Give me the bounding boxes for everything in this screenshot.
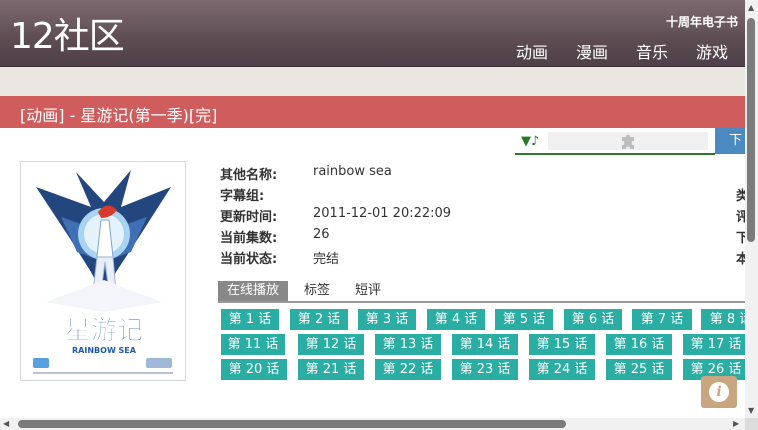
music-note-icon[interactable]: ▼♪ [521,134,539,149]
poster-logo-sub: RAINBOW SEA [72,346,137,355]
alias-label: 其他名称: [220,168,278,183]
episode-button[interactable]: 第 22 话 [375,359,441,380]
plugin-placeholder[interactable] [548,132,708,150]
episode-button[interactable]: 第 25 话 [606,359,672,380]
tab-short-reviews[interactable]: 短评 [346,281,390,301]
episode-button[interactable]: 第 15 话 [529,334,595,355]
episode-button[interactable]: 第 8 话 [701,309,745,330]
status-label: 当前状态: [220,252,278,267]
poster-image[interactable]: 星游记 RAINBOW SEA [20,161,186,381]
episode-button[interactable]: 第 24 话 [529,359,595,380]
side-info-this: 本 [736,252,745,267]
vertical-scroll-thumb[interactable] [747,18,755,242]
info-icon: i [709,382,729,402]
episode-button[interactable]: 第 16 话 [606,334,672,355]
fansub-label: 字幕组: [220,189,265,204]
alias-value: rainbow sea [313,164,392,179]
puzzle-icon [620,131,638,154]
updated-value: 2011-12-01 20:22:09 [313,206,452,221]
episode-button[interactable]: 第 13 话 [375,334,441,355]
nav-music[interactable]: 音乐 [636,39,668,63]
info-button[interactable]: i [701,376,737,408]
nav-manga[interactable]: 漫画 [576,39,608,63]
episode-button[interactable]: 第 17 话 [683,334,745,355]
scroll-up-arrow-icon[interactable]: ▲ [748,3,754,12]
status-value: 完结 [313,252,340,267]
episode-button[interactable]: 第 4 话 [427,309,485,330]
episode-button[interactable]: 第 2 话 [290,309,348,330]
episode-count-value: 26 [313,227,330,242]
episode-button[interactable]: 第 12 话 [298,334,364,355]
episode-button[interactable]: 第 5 话 [495,309,553,330]
scrollbar-corner [745,418,758,430]
poster-studio-logo [33,358,49,368]
horizontal-scrollbar[interactable]: ◀ ▶ [0,418,745,430]
side-info-rating: 评 [736,210,745,225]
tab-tags[interactable]: 标签 [295,281,339,301]
content-tabs: 在线播放 标签 短评 [218,281,745,303]
scroll-down-arrow-icon[interactable]: ▼ [748,406,754,415]
poster-art [36,170,171,312]
tab-online-play[interactable]: 在线播放 [218,281,289,301]
page-title: [动画] - 星游记(第一季)[完] [20,106,218,125]
header-band [0,67,745,96]
poster-sponsor-logo [146,358,172,368]
episode-button[interactable]: 第 23 话 [452,359,518,380]
poster-fine-print [33,372,173,374]
vertical-scrollbar[interactable]: ▲ ▼ [745,0,758,418]
side-info-download: 下 [736,231,745,246]
nav-games[interactable]: 游戏 [696,39,728,63]
episode-button[interactable]: 第 11 话 [221,334,285,355]
music-player[interactable]: ▼♪ [515,130,715,155]
episode-button[interactable]: 第 14 话 [452,334,518,355]
nav-anime[interactable]: 动画 [516,39,548,63]
episode-button[interactable]: 第 20 话 [221,359,287,380]
page-viewport: 12社区 十周年电子书 动画 漫画 音乐 游戏 [动画] - 星游记(第一季)[… [0,0,745,418]
updated-label: 更新时间: [220,210,278,225]
poster-logo: 星游记 [65,316,143,346]
scroll-left-arrow-icon[interactable]: ◀ [3,419,9,428]
site-header: 12社区 十周年电子书 动画 漫画 音乐 游戏 [0,0,745,67]
site-logo[interactable]: 12社区 [10,14,125,60]
episode-button[interactable]: 第 6 话 [564,309,622,330]
scroll-right-arrow-icon[interactable]: ▶ [733,419,739,428]
episode-count-label: 当前集数: [220,231,278,246]
download-button[interactable]: 下 [715,128,745,154]
horizontal-scroll-thumb[interactable] [18,420,566,428]
title-bar: [动画] - 星游记(第一季)[完] [0,96,745,128]
anniversary-ebook-link[interactable]: 十周年电子书 [666,13,738,30]
episode-button[interactable]: 第 1 话 [221,309,279,330]
main-nav: 动画 漫画 音乐 游戏 [516,39,728,63]
episode-button[interactable]: 第 21 话 [298,359,364,380]
episode-button[interactable]: 第 7 话 [632,309,692,330]
side-info-type: 类 [736,189,745,204]
episode-button[interactable]: 第 3 话 [358,309,416,330]
